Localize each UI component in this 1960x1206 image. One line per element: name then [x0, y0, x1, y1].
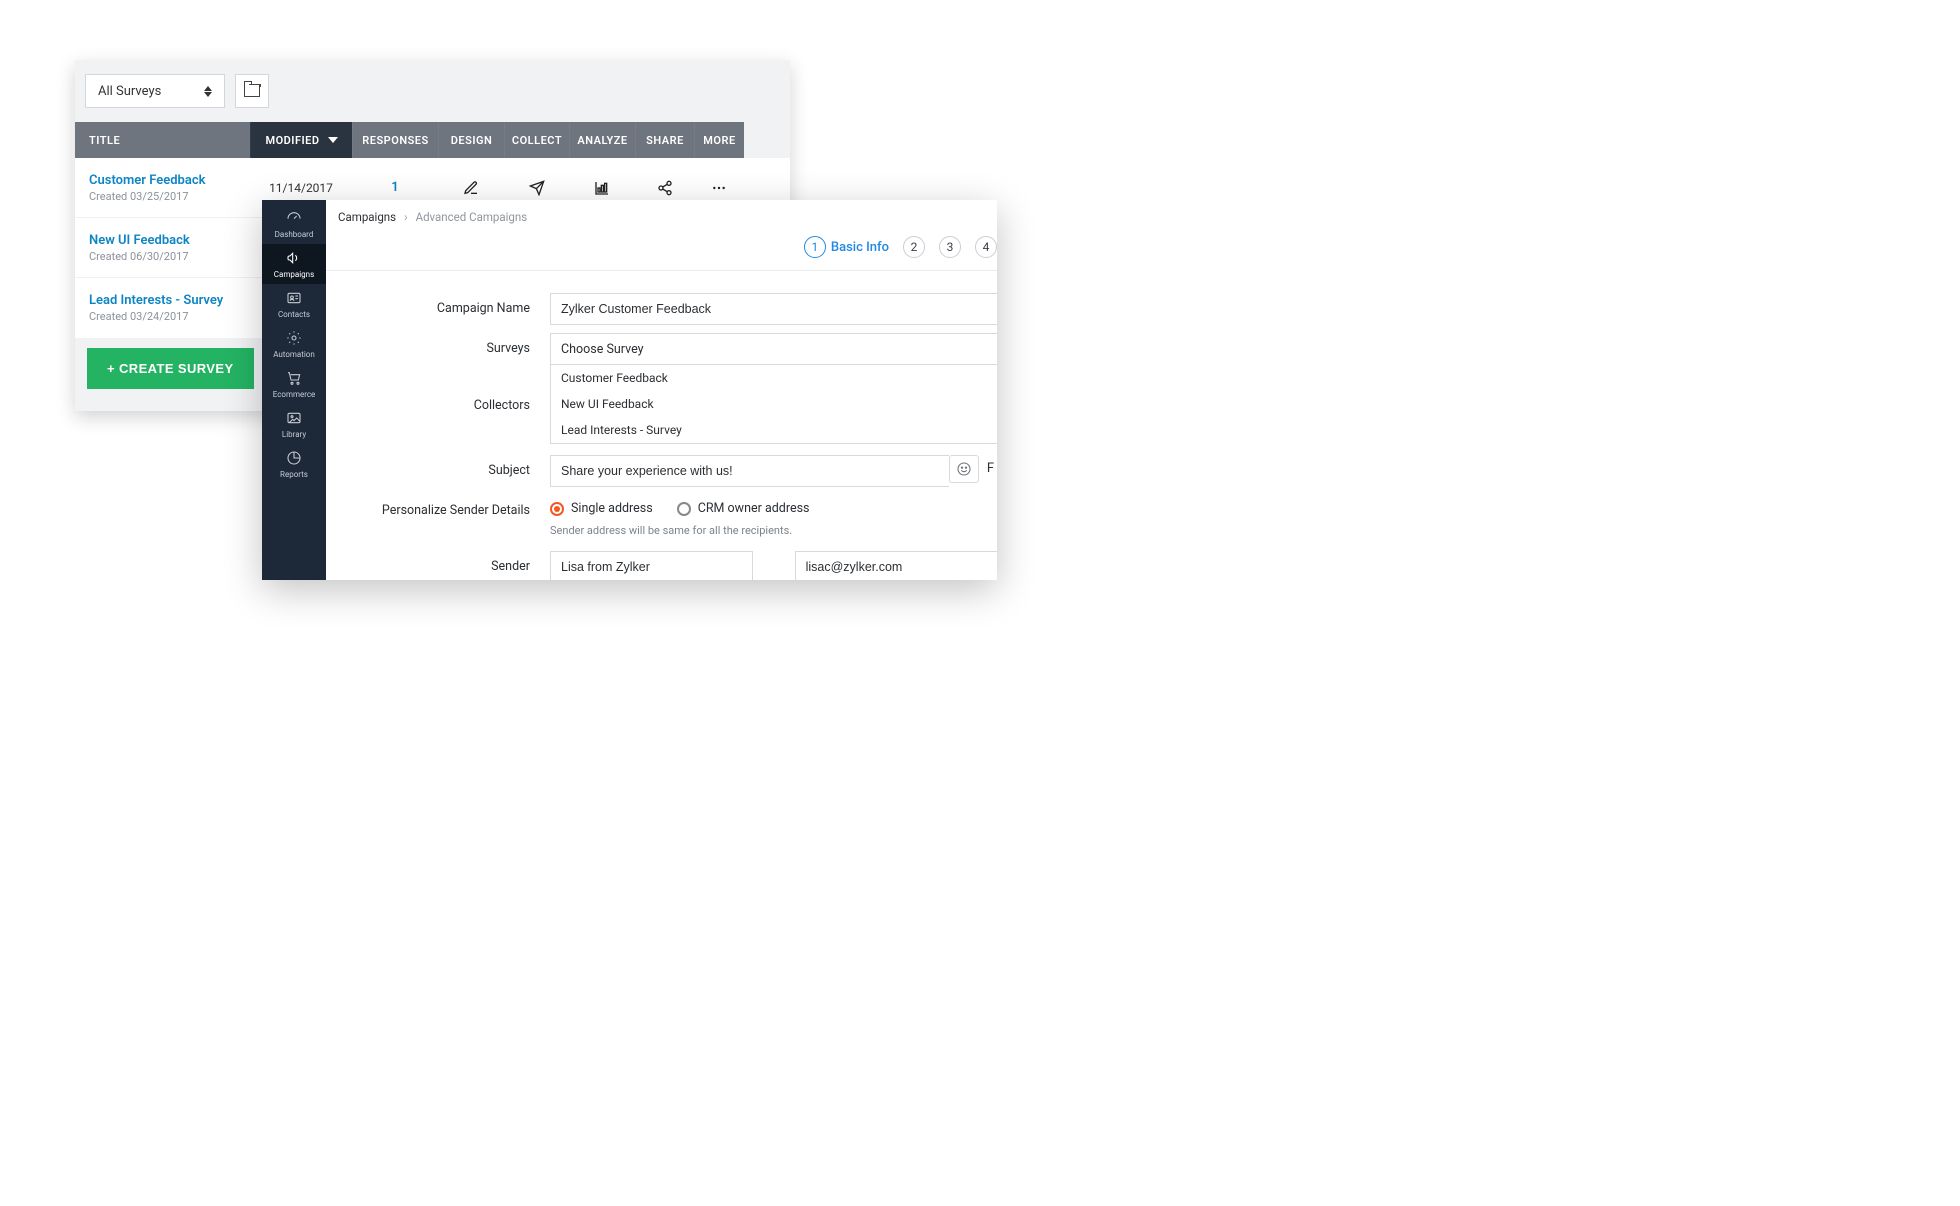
sidebar-item-dashboard[interactable]: Dashboard — [262, 204, 326, 244]
cart-icon — [286, 370, 302, 386]
label-subject: Subject — [326, 455, 550, 478]
sidebar-item-contacts[interactable]: Contacts — [262, 284, 326, 324]
survey-name-link[interactable]: Customer Feedback — [89, 173, 250, 188]
step-2[interactable]: 2 — [903, 236, 925, 258]
id-card-icon — [286, 290, 302, 306]
chevron-right-icon: › — [404, 210, 407, 224]
surveys-dropdown[interactable]: Choose Survey Customer Feedback New UI F… — [550, 333, 997, 444]
step-1[interactable]: 1 Basic Info — [804, 236, 889, 258]
sender-radio-group: Single address CRM owner address — [550, 495, 997, 516]
campaigns-window: Dashboard Campaigns Contacts Automation … — [262, 200, 997, 580]
share-action[interactable] — [635, 180, 694, 196]
share-icon — [657, 180, 673, 196]
responses-link[interactable]: 1 — [352, 180, 438, 195]
radio-single-address[interactable]: Single address — [550, 501, 653, 516]
label-surveys: Surveys — [326, 333, 550, 356]
cell-modified: 11/14/2017 — [250, 181, 352, 195]
pie-icon — [286, 450, 302, 466]
send-icon — [529, 180, 545, 196]
collect-action[interactable] — [504, 180, 569, 196]
image-icon — [286, 410, 302, 426]
chart-icon — [594, 180, 610, 196]
sort-desc-icon — [328, 137, 338, 143]
th-collect[interactable]: COLLECT — [504, 122, 569, 158]
updown-icon — [204, 86, 212, 97]
sidebar-item-ecommerce[interactable]: Ecommerce — [262, 364, 326, 404]
label-campaign-name: Campaign Name — [326, 293, 550, 316]
sidebar-item-library[interactable]: Library — [262, 404, 326, 444]
dots-icon — [711, 180, 727, 196]
design-action[interactable] — [438, 180, 504, 196]
breadcrumb: Campaigns › Advanced Campaigns — [326, 200, 997, 232]
label-sender: Sender — [326, 551, 550, 574]
radio-icon — [677, 502, 691, 516]
wizard-stepper: 1 Basic Info 2 3 4 — [326, 232, 997, 271]
th-share[interactable]: SHARE — [635, 122, 694, 158]
analyze-action[interactable] — [569, 180, 635, 196]
surveys-toolbar: All Surveys — [75, 60, 790, 122]
more-action[interactable] — [694, 180, 744, 196]
sender-name-input[interactable] — [550, 551, 753, 580]
breadcrumb-leaf: Advanced Campaigns — [416, 210, 528, 224]
th-design[interactable]: DESIGN — [438, 122, 504, 158]
gauge-icon — [286, 210, 302, 226]
campaign-main: Campaigns › Advanced Campaigns 1 Basic I… — [326, 200, 997, 580]
campaign-name-input[interactable] — [550, 293, 997, 325]
breadcrumb-root[interactable]: Campaigns — [338, 210, 396, 224]
sidebar-item-reports[interactable]: Reports — [262, 444, 326, 484]
survey-created-label: Created 03/24/2017 — [89, 310, 250, 323]
surveys-dropdown-header[interactable]: Choose Survey — [550, 333, 997, 365]
edit-icon — [463, 180, 479, 196]
th-analyze[interactable]: ANALYZE — [569, 122, 635, 158]
survey-name-link[interactable]: Lead Interests - Survey — [89, 293, 250, 308]
th-responses[interactable]: RESPONSES — [352, 122, 438, 158]
survey-created-label: Created 03/25/2017 — [89, 190, 250, 203]
step-3[interactable]: 3 — [939, 236, 961, 258]
filter-value: All Surveys — [98, 84, 161, 99]
survey-option[interactable]: Customer Feedback — [551, 365, 997, 391]
surveys-table-header: TITLE MODIFIED RESPONSES DESIGN COLLECT … — [75, 122, 790, 158]
survey-name-link[interactable]: New UI Feedback — [89, 233, 250, 248]
radio-icon — [550, 502, 564, 516]
create-survey-button[interactable]: + CREATE SURVEY — [87, 348, 254, 389]
truncated-letter: F — [987, 461, 994, 476]
label-collectors: Collectors — [326, 390, 550, 413]
folder-button[interactable] — [235, 74, 269, 108]
th-modified[interactable]: MODIFIED — [250, 122, 352, 158]
sidebar: Dashboard Campaigns Contacts Automation … — [262, 200, 326, 580]
survey-created-label: Created 06/30/2017 — [89, 250, 250, 263]
surveys-dropdown-list: Customer Feedback New UI Feedback Lead I… — [550, 365, 997, 444]
radio-crm-owner[interactable]: CRM owner address — [677, 501, 810, 516]
megaphone-icon — [286, 250, 302, 266]
sidebar-item-automation[interactable]: Automation — [262, 324, 326, 364]
sender-email-input[interactable] — [795, 551, 997, 580]
survey-option[interactable]: New UI Feedback — [551, 391, 997, 417]
folder-icon — [244, 85, 260, 97]
emoji-button[interactable] — [949, 455, 979, 483]
smile-icon — [956, 461, 972, 477]
th-title[interactable]: TITLE — [75, 122, 250, 158]
gear-icon — [286, 330, 302, 346]
survey-option[interactable]: Lead Interests - Survey — [551, 417, 997, 443]
subject-input[interactable] — [550, 455, 949, 487]
campaign-form: Campaign Name Surveys Choose Survey Cust… — [326, 271, 997, 580]
surveys-filter-select[interactable]: All Surveys — [85, 74, 225, 108]
th-more[interactable]: MORE — [694, 122, 744, 158]
step-4[interactable]: 4 — [975, 236, 997, 258]
sender-helper-text: Sender address will be same for all the … — [550, 524, 997, 537]
sidebar-item-campaigns[interactable]: Campaigns — [262, 244, 326, 284]
label-personalize: Personalize Sender Details — [326, 495, 550, 518]
